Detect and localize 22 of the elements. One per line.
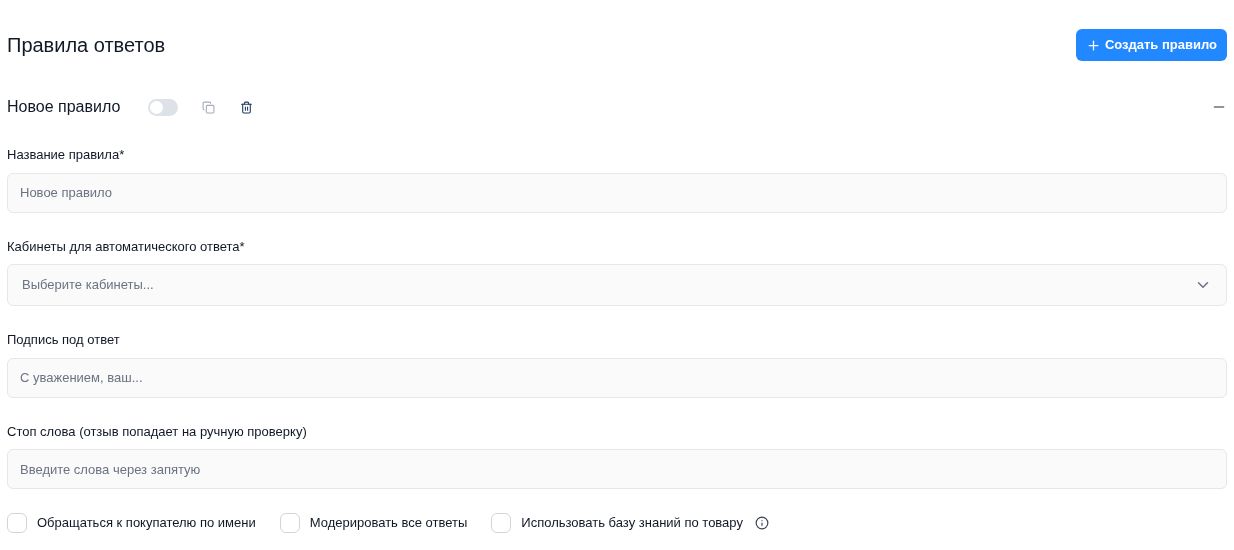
toggle-switch[interactable]: [148, 98, 179, 116]
create-rule-button[interactable]: Создать правило: [1075, 29, 1227, 61]
trash-icon[interactable]: [240, 100, 254, 114]
field-label: Кабинеты для автоматического ответа*: [7, 237, 246, 256]
plus-icon: [1085, 37, 1101, 53]
checkbox[interactable]: [7, 513, 27, 533]
input-field[interactable]: Введите слова через запятую: [7, 449, 1227, 489]
rule-name: Новое правило: [7, 97, 121, 117]
copy-icon[interactable]: [202, 100, 216, 114]
page-title: Правила ответов: [7, 33, 166, 58]
checkbox-label: Использовать базу знаний по товару: [521, 514, 743, 533]
checkbox-label: Обращаться к покупателю по имени: [37, 514, 256, 533]
checkbox[interactable]: [491, 513, 512, 533]
checkbox[interactable]: [279, 513, 300, 533]
field-label: Название правила*: [7, 146, 126, 164]
input-field[interactable]: С уважением, ваш...: [7, 357, 1227, 398]
field-label: Стоп слова (отзыв попадает на ручную проверку): [7, 422, 308, 441]
field-label: Подпись под ответ: [7, 331, 121, 349]
checkbox-label: Модерировать все ответы: [309, 514, 468, 533]
select-field[interactable]: Выберите кабинеты...: [7, 264, 1227, 306]
input-field[interactable]: Новое правило: [7, 172, 1227, 213]
info-icon[interactable]: [754, 516, 769, 530]
